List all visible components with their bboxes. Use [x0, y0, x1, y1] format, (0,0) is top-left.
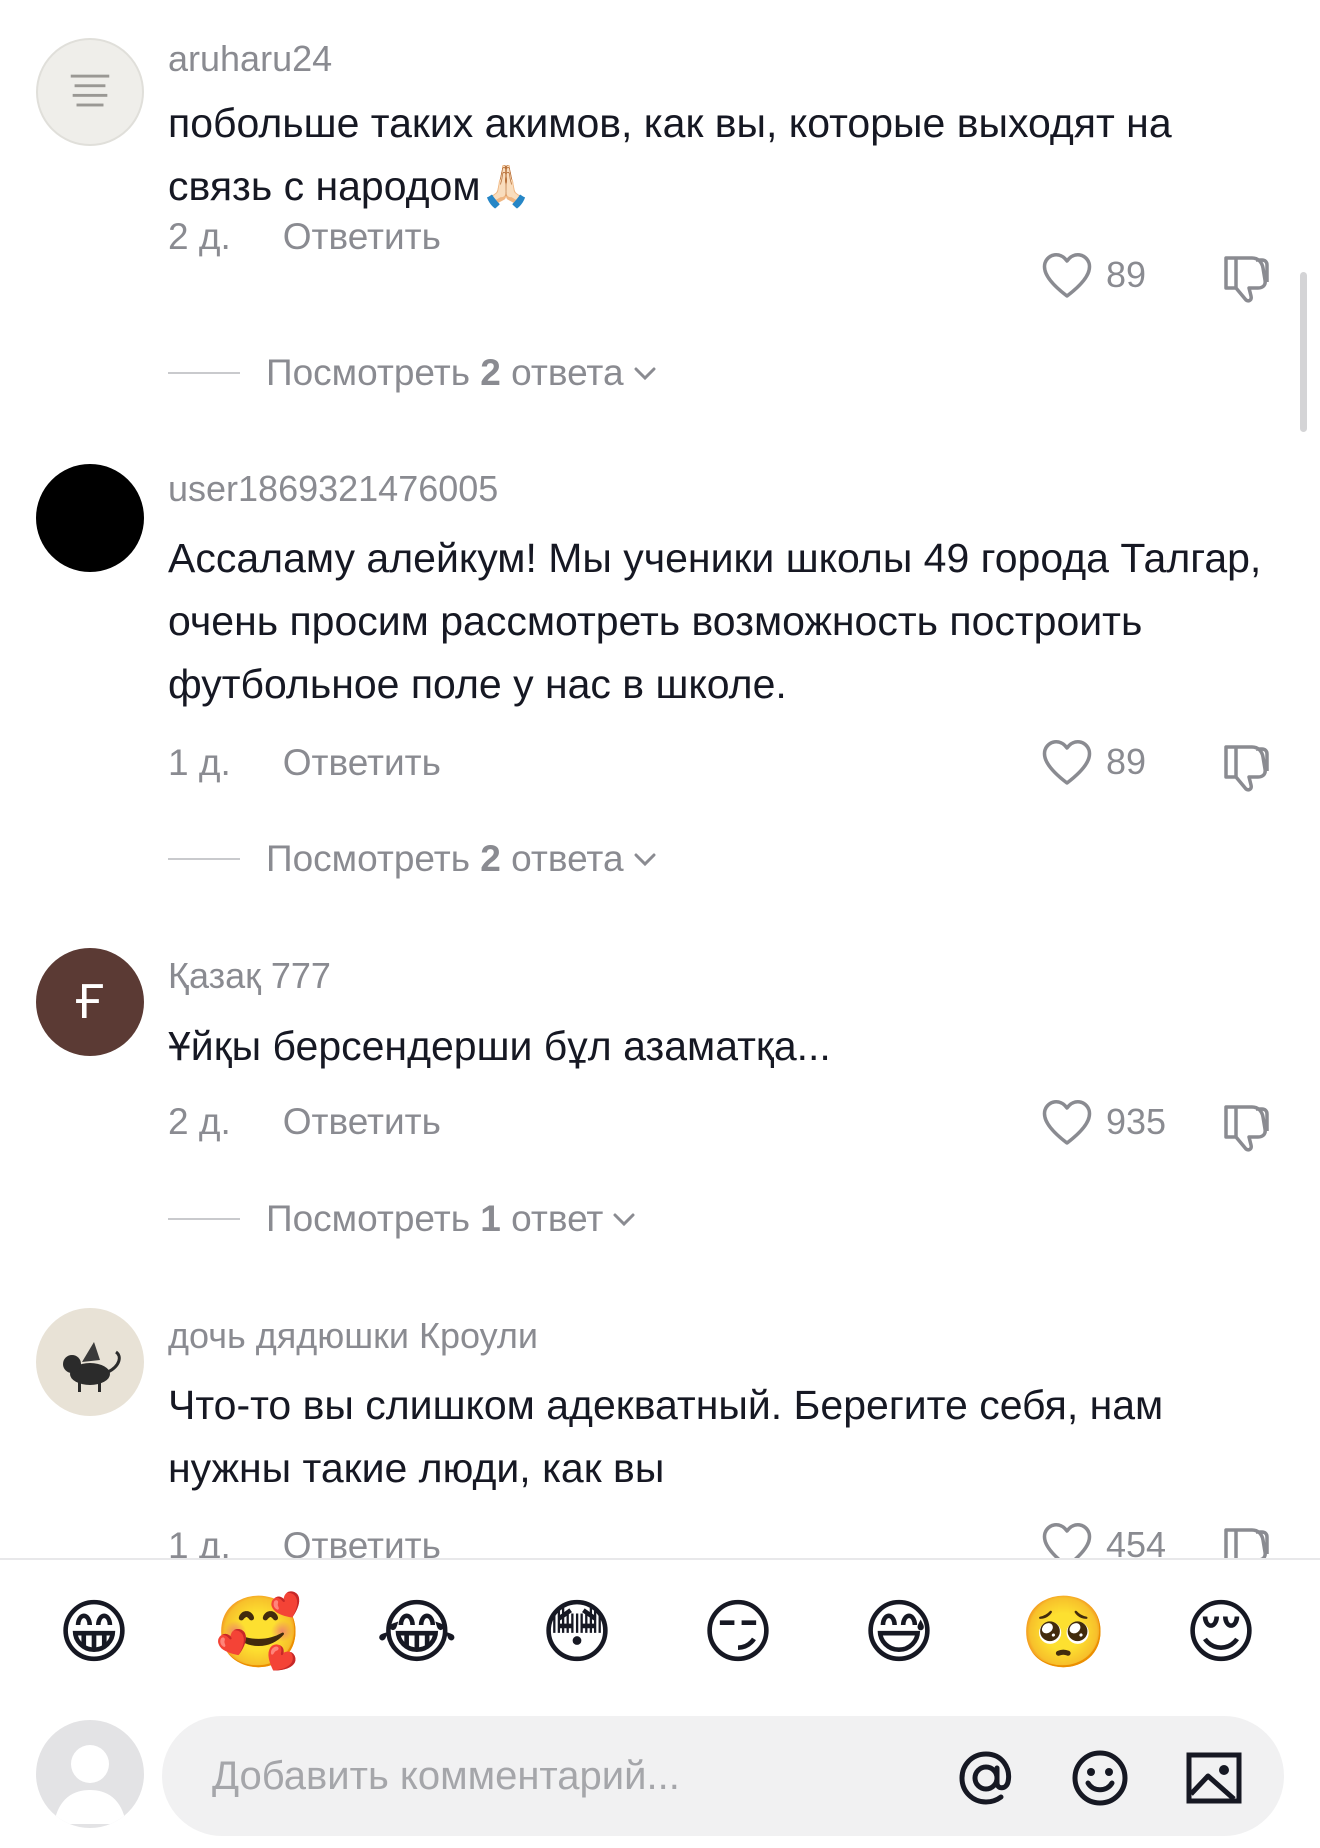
view-replies-prefix: Посмотреть: [266, 1198, 470, 1239]
chevron-down-icon: [634, 853, 656, 867]
divider-line: [168, 858, 240, 860]
view-replies-suffix: ответа: [511, 838, 624, 879]
scrollbar[interactable]: [1300, 272, 1307, 432]
comment-username[interactable]: user1869321476005: [168, 468, 498, 510]
comment-age: 2 д.: [168, 1101, 231, 1142]
my-avatar[interactable]: [36, 1720, 144, 1828]
like-count: 454: [1106, 1524, 1167, 1558]
reply-button[interactable]: Ответить: [283, 216, 441, 258]
heart-icon: [1042, 1523, 1092, 1558]
cat-avatar-image: [63, 1342, 121, 1392]
like-button[interactable]: 89: [1040, 250, 1146, 300]
dislike-icon[interactable]: [1218, 1520, 1274, 1558]
comment-age: 1 д.: [168, 1525, 231, 1558]
view-replies-count: 2: [480, 838, 501, 879]
like-button[interactable]: 89: [1040, 737, 1146, 787]
comment-text: побольше таких акимов, как вы, которые в…: [168, 100, 1172, 209]
avatar[interactable]: [36, 38, 144, 146]
reply-button[interactable]: Ответить: [283, 742, 441, 784]
comment-meta: 2 д. Ответить: [168, 1101, 441, 1143]
comment-username[interactable]: дочь дядюшки Кроули: [168, 1315, 538, 1357]
at-sign-icon[interactable]: [954, 1746, 1018, 1810]
emoji-sweat-smile-button[interactable]: 😅: [859, 1592, 939, 1672]
comment-text: Что-то вы слишком адекватный. Берегите с…: [168, 1382, 1164, 1491]
divider-line: [168, 372, 240, 374]
emoji-flushed-button[interactable]: 😳: [537, 1592, 617, 1672]
emoji-hearts-button[interactable]: 🥰: [215, 1592, 302, 1672]
dislike-icon[interactable]: [1218, 1097, 1274, 1153]
heart-icon: [1042, 1100, 1092, 1145]
comment-text: Ұйқы берсендерши бұл азаматқа...: [168, 1023, 831, 1069]
comment-meta: 2 д. Ответить: [168, 216, 441, 258]
comment-username[interactable]: aruharu24: [168, 38, 332, 80]
comment-meta: 1 д. Ответить: [168, 742, 441, 784]
avatar-letter: Ғ: [74, 975, 106, 1029]
comment-meta: 1 д. Ответить: [168, 1525, 441, 1558]
emoji-joy-button[interactable]: 😂: [376, 1592, 458, 1672]
like-count: 935: [1106, 1101, 1167, 1142]
heart-icon: [1042, 253, 1092, 298]
like-count: 89: [1106, 741, 1147, 782]
divider-line: [168, 1218, 240, 1220]
avatar[interactable]: [36, 1308, 144, 1416]
view-replies-count: 2: [480, 352, 501, 393]
default-user-icon: [54, 1745, 126, 1824]
heart-icon: [1042, 740, 1092, 785]
view-replies-suffix: ответа: [511, 352, 624, 393]
reply-button[interactable]: Ответить: [283, 1101, 441, 1143]
avatar[interactable]: Ғ: [36, 948, 144, 1056]
view-replies-count: 1: [480, 1198, 501, 1239]
view-replies-button[interactable]: Посмотреть 2 ответа: [168, 838, 660, 880]
chevron-down-icon: [634, 367, 656, 381]
avatar-image: [70, 74, 110, 107]
comment-age: 2 д.: [168, 216, 231, 257]
emoji-grin-button[interactable]: 😁: [54, 1592, 134, 1672]
like-button[interactable]: 454: [1040, 1520, 1166, 1558]
quick-emoji-bar: 😁 🥰 😂 😳 😏 😅 🥺 😌: [0, 1560, 1320, 1700]
like-button[interactable]: 935: [1040, 1097, 1166, 1147]
view-replies-prefix: Посмотреть: [266, 352, 470, 393]
comment-input-box[interactable]: [162, 1716, 1284, 1836]
comment-age: 1 д.: [168, 742, 231, 783]
dislike-icon[interactable]: [1218, 248, 1274, 304]
chevron-down-icon: [613, 1213, 635, 1227]
emoji-relieved-button[interactable]: 😌: [1181, 1592, 1261, 1672]
image-icon[interactable]: [1182, 1746, 1246, 1810]
comment-username[interactable]: Қазақ 777: [168, 955, 331, 997]
comment-text: Ассаламу алейкум! Мы ученики школы 49 го…: [168, 535, 1262, 707]
view-replies-button[interactable]: Посмотреть 1 ответ: [168, 1198, 639, 1240]
avatar[interactable]: [36, 464, 144, 572]
reply-button[interactable]: Ответить: [283, 1525, 441, 1558]
dislike-icon[interactable]: [1218, 737, 1274, 793]
comment-list: aruharu24 побольше таких акимов, как вы,…: [0, 0, 1320, 1558]
view-replies-prefix: Посмотреть: [266, 838, 470, 879]
comment-input[interactable]: [212, 1736, 972, 1816]
view-replies-suffix: ответ: [511, 1198, 604, 1239]
smiley-icon[interactable]: [1068, 1746, 1132, 1810]
emoji-smirk-button[interactable]: 😏: [698, 1592, 778, 1672]
emoji-pleading-button[interactable]: 🥺: [1020, 1592, 1107, 1672]
comment-composer: [0, 1700, 1320, 1848]
view-replies-button[interactable]: Посмотреть 2 ответа: [168, 352, 660, 394]
like-count: 89: [1106, 254, 1147, 295]
